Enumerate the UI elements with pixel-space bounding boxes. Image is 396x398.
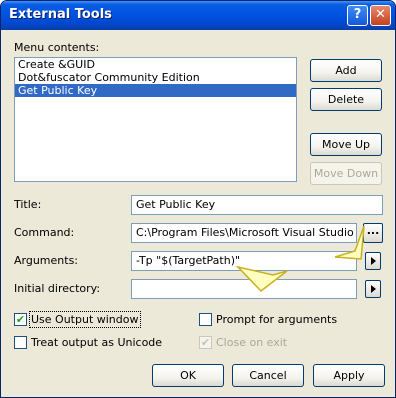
arguments-label: Arguments: — [14, 254, 79, 267]
callout-arrow-arguments — [235, 265, 288, 293]
close-on-exit-label: Close on exit — [216, 336, 288, 349]
close-button[interactable]: ✕ — [370, 5, 391, 26]
initial-directory-label: Initial directory: — [14, 282, 101, 295]
prompt-arguments-checkbox[interactable] — [199, 313, 212, 326]
title-bar[interactable]: External Tools ? ✕ — [1, 1, 395, 30]
initial-directory-macro-button[interactable] — [365, 280, 381, 298]
external-tools-dialog: External Tools ? ✕ Menu contents: Create… — [0, 0, 396, 398]
cancel-button[interactable]: Cancel — [232, 364, 304, 387]
menu-contents-label: Menu contents: — [14, 41, 100, 54]
help-button[interactable]: ? — [347, 5, 368, 26]
ok-button[interactable]: OK — [152, 364, 224, 387]
title-label: Title: — [14, 198, 42, 211]
close-on-exit-option: ✔ Close on exit — [199, 336, 299, 350]
list-item-selected[interactable]: Get Public Key — [15, 84, 296, 97]
command-label: Command: — [14, 226, 75, 239]
window-title: External Tools — [9, 7, 112, 22]
move-down-button[interactable]: Move Down — [310, 162, 382, 185]
close-on-exit-checkbox: ✔ — [199, 336, 212, 349]
treat-unicode-option[interactable]: Treat output as Unicode — [14, 336, 164, 350]
prompt-arguments-label: Prompt for arguments — [216, 313, 338, 326]
list-item[interactable]: Create &GUID — [15, 58, 296, 71]
use-output-window-label: Use Output window — [29, 311, 141, 328]
use-output-window-option[interactable]: ✔ Use Output window — [14, 311, 144, 328]
callout-arrow-command — [334, 225, 365, 260]
delete-button[interactable]: Delete — [310, 88, 382, 111]
list-item[interactable]: Dot&fuscator Community Edition — [15, 71, 296, 84]
title-field[interactable]: Get Public Key — [131, 195, 383, 215]
command-field[interactable]: C:\Program Files\Microsoft Visual Studio… — [131, 223, 357, 243]
use-output-window-checkbox[interactable]: ✔ — [14, 313, 27, 326]
menu-contents-list[interactable]: Create &GUID Dot&fuscator Community Edit… — [14, 57, 297, 182]
move-up-button[interactable]: Move Up — [310, 133, 382, 156]
treat-unicode-checkbox[interactable] — [14, 336, 27, 349]
prompt-arguments-option[interactable]: Prompt for arguments — [199, 313, 339, 327]
treat-unicode-label: Treat output as Unicode — [31, 336, 163, 349]
add-button[interactable]: Add — [310, 59, 382, 82]
apply-button[interactable]: Apply — [313, 364, 385, 387]
